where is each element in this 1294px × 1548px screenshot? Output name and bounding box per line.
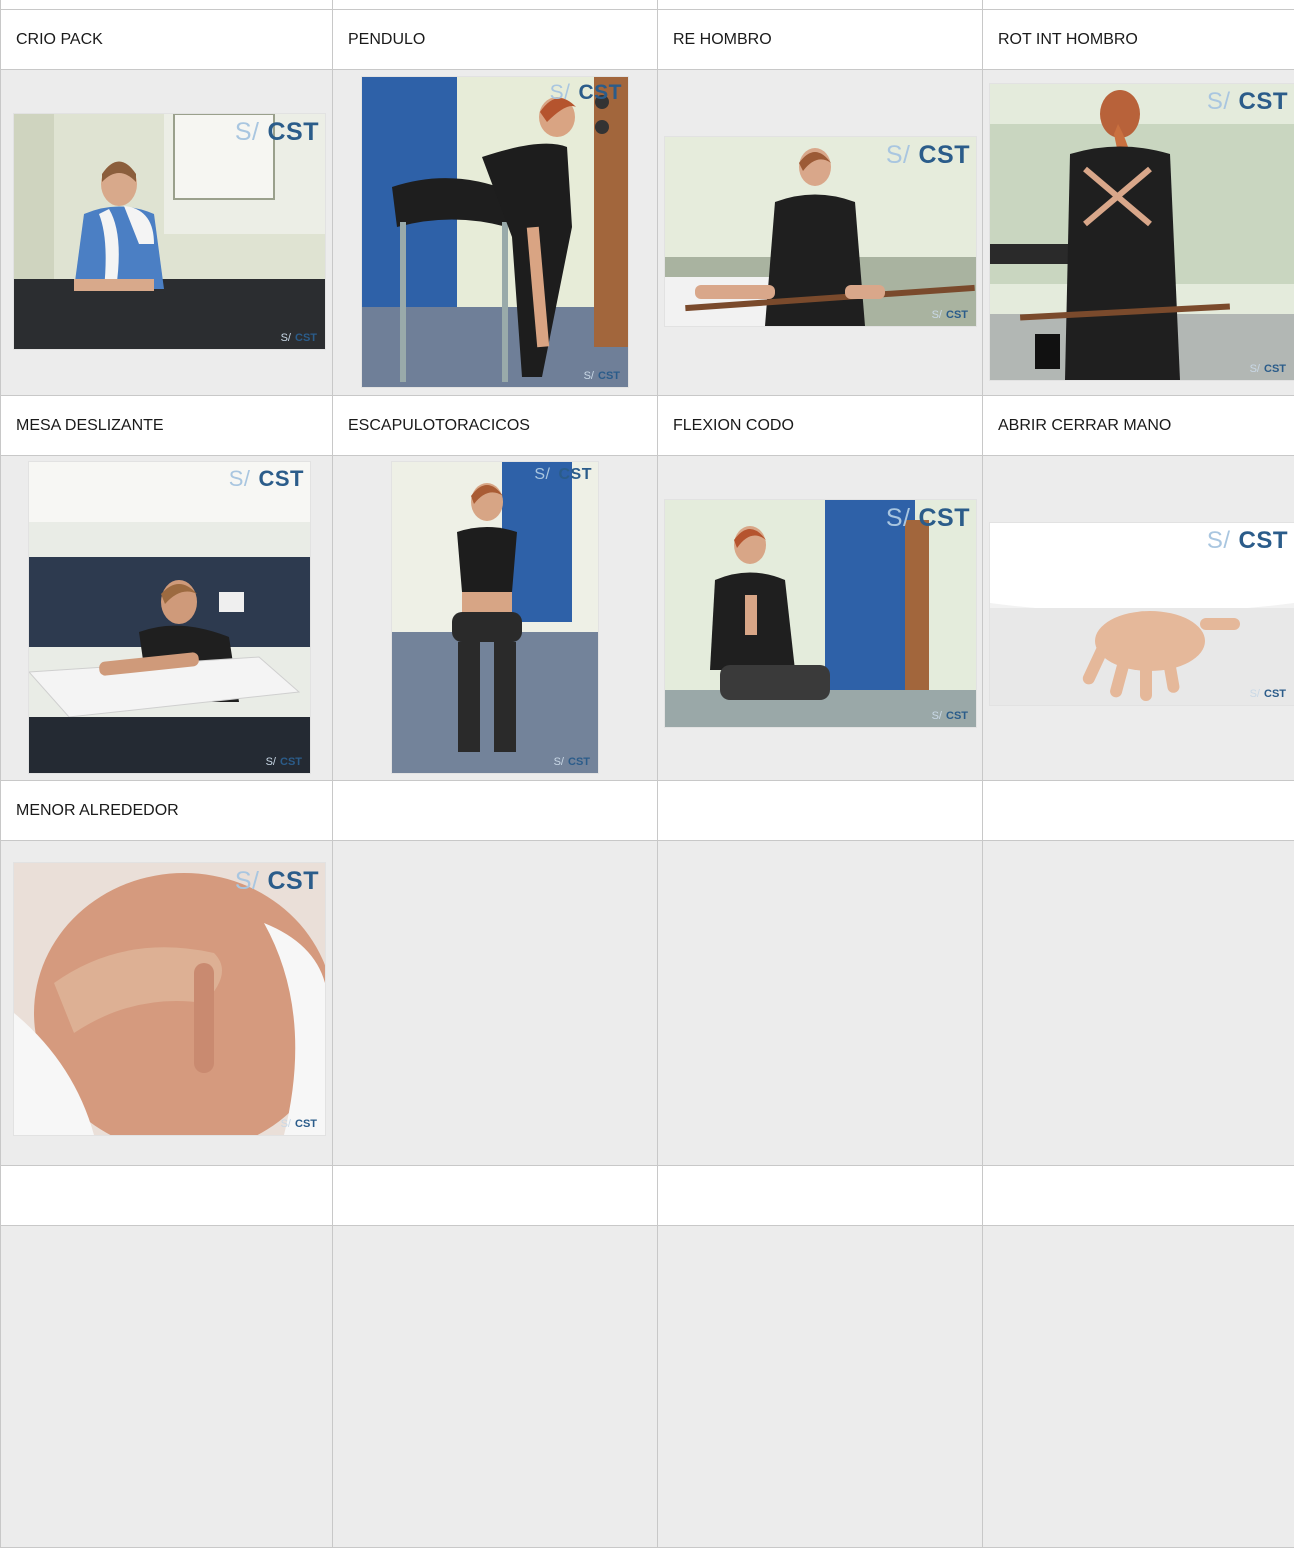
- exercise-label-cell: RE HOMBRO: [658, 10, 982, 69]
- exercise-label-cell: ESCAPULOTORACICOS: [333, 396, 657, 455]
- exercise-photo-cell: [658, 841, 982, 1165]
- cst-watermark-bottom: S/CST: [1249, 363, 1286, 375]
- sliding-table-photo: S/CST S/CST: [29, 462, 310, 773]
- exercise-label-cell: [658, 781, 982, 840]
- exercise-label-cell: [1, 1166, 332, 1225]
- exercise-photo-cell: [983, 1226, 1294, 1547]
- pendulum-exercise-photo: S/CST S/CST: [362, 77, 628, 387]
- exercise-label-cell: FLEXION CODO: [658, 396, 982, 455]
- cst-watermark-bottom: S/CST: [280, 1118, 317, 1130]
- seated-scapular-photo: S/CST S/CST: [392, 462, 598, 773]
- exercise-label: ABRIR CERRAR MANO: [998, 417, 1172, 434]
- cst-watermark-top: S/CST: [1206, 88, 1288, 115]
- exercise-label-cell: ROT INT HOMBRO: [983, 10, 1294, 69]
- exercise-label-cell: MESA DESLIZANTE: [1, 396, 332, 455]
- grid-line: [0, 0, 1, 1547]
- grid-line: [332, 0, 333, 1547]
- exercise-label: PENDULO: [348, 31, 426, 48]
- cst-watermark-bottom: S/CST: [1249, 688, 1286, 700]
- cst-watermark-top: S/CST: [534, 466, 592, 483]
- person-with-towel-photo: S/CST S/CST: [14, 114, 325, 349]
- elbow-flexion-photo: S/CST S/CST: [665, 500, 976, 727]
- exercise-label: ESCAPULOTORACICOS: [348, 417, 530, 434]
- exercise-label: MENOR ALREDEDOR: [16, 802, 179, 819]
- exercise-label-cell: [333, 1166, 657, 1225]
- exercise-label: CRIO PACK: [16, 31, 103, 48]
- cst-watermark-bottom: S/CST: [265, 756, 302, 768]
- exercise-photo-cell: [1, 1226, 332, 1547]
- exercise-label-cell: MENOR ALREDEDOR: [1, 781, 332, 840]
- exercise-label-cell: [983, 781, 1294, 840]
- exercise-photo-cell: [333, 841, 657, 1165]
- exercise-label-cell: PENDULO: [333, 10, 657, 69]
- exercise-label-cell: CRIO PACK: [1, 10, 332, 69]
- cst-watermark-top: S/CST: [549, 81, 622, 104]
- cst-watermark-bottom: S/CST: [583, 370, 620, 382]
- exercise-photo-cell: [333, 1226, 657, 1547]
- cst-watermark-top: S/CST: [228, 466, 304, 491]
- exercise-photo-cell: [658, 1226, 982, 1547]
- internal-rotation-stick-photo: S/CST S/CST: [990, 84, 1294, 380]
- cst-watermark-top: S/CST: [885, 504, 970, 532]
- grid-line: [657, 0, 658, 1547]
- hand-massage-photo: S/CST S/CST: [14, 863, 325, 1135]
- exercise-label: RE HOMBRO: [673, 31, 772, 48]
- exercise-label-cell: ABRIR CERRAR MANO: [983, 396, 1294, 455]
- cst-watermark-bottom: S/CST: [553, 756, 590, 768]
- external-rotation-stick-photo: S/CST S/CST: [665, 137, 976, 326]
- cst-watermark-bottom: S/CST: [931, 309, 968, 321]
- exercise-photo-cell: [983, 841, 1294, 1165]
- exercise-label-cell: [983, 1166, 1294, 1225]
- grid-line: [982, 0, 983, 1547]
- cst-watermark-bottom: S/CST: [931, 710, 968, 722]
- exercise-sheet: CRIO PACK PENDULO RE HOMBRO ROT INT HOMB…: [0, 0, 1294, 1548]
- cst-watermark-top: S/CST: [234, 118, 319, 146]
- cst-watermark-top: S/CST: [1206, 527, 1288, 554]
- exercise-label-cell: [333, 781, 657, 840]
- open-close-hand-photo: S/CST S/CST: [990, 523, 1294, 705]
- exercise-label: MESA DESLIZANTE: [16, 417, 164, 434]
- cst-watermark-top: S/CST: [234, 867, 319, 895]
- exercise-label: FLEXION CODO: [673, 417, 794, 434]
- exercise-label: ROT INT HOMBRO: [998, 31, 1138, 48]
- exercise-label-cell: [658, 1166, 982, 1225]
- cst-watermark-top: S/CST: [885, 141, 970, 169]
- cst-watermark-bottom: S/CST: [280, 332, 317, 344]
